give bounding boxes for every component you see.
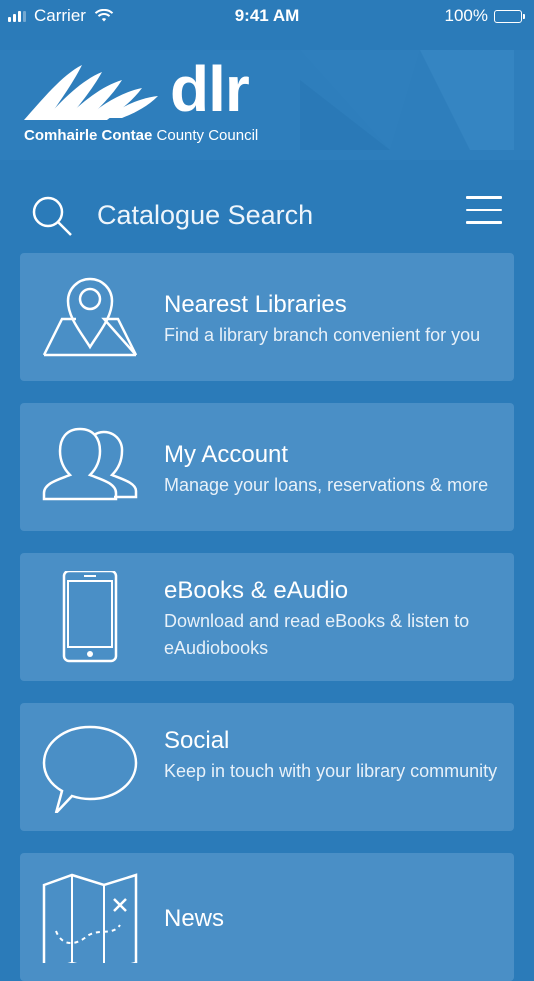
card-description: Find a library branch convenient for you [164,325,481,345]
card-title: News [164,905,225,932]
card-title: Nearest Libraries [164,291,347,318]
map-pin-icon [42,277,138,357]
header-banner: dlr Comhairle Contae County Council [0,50,534,160]
card-description: Keep in touch with your library communit… [164,761,498,781]
search-icon[interactable] [30,194,74,238]
battery-icon [494,9,525,23]
battery-label: 100% [444,6,488,25]
card-description: Download and read eBooks & listen to eAu… [164,611,470,658]
card-title: Social [164,727,230,754]
users-icon [42,427,138,501]
logo-subtitle-rest: County Council [152,127,259,144]
card-title: My Account [164,441,289,468]
treasure-map-icon [42,873,138,963]
logo-wordmark: dlr [170,53,250,125]
speech-bubble-icon [42,725,138,813]
card-social[interactable]: Social Keep in touch with your library c… [20,703,514,831]
logo-subtitle-bold: Comhairle Contae [24,127,153,144]
search-row[interactable]: Catalogue Search [0,186,534,244]
phone-icon [62,571,118,663]
status-right: 100% [444,6,525,26]
logo-subtitle: Comhairle Contae County Council [24,127,258,144]
card-nearest-libraries[interactable]: Nearest Libraries Find a library branch … [20,253,514,381]
card-my-account[interactable]: My Account Manage your loans, reservatio… [20,403,514,531]
status-bar: Carrier 9:41 AM 100% [0,0,534,32]
council-logo-icon [24,65,158,120]
card-news[interactable]: News [20,853,514,981]
hamburger-menu-icon[interactable] [466,196,502,226]
card-description: Manage your loans, reservations & more [164,475,489,495]
catalogue-search-label[interactable]: Catalogue Search [97,200,313,231]
card-title: eBooks & eAudio [164,577,349,604]
card-ebooks-eaudio[interactable]: eBooks & eAudio Download and read eBooks… [20,553,514,681]
